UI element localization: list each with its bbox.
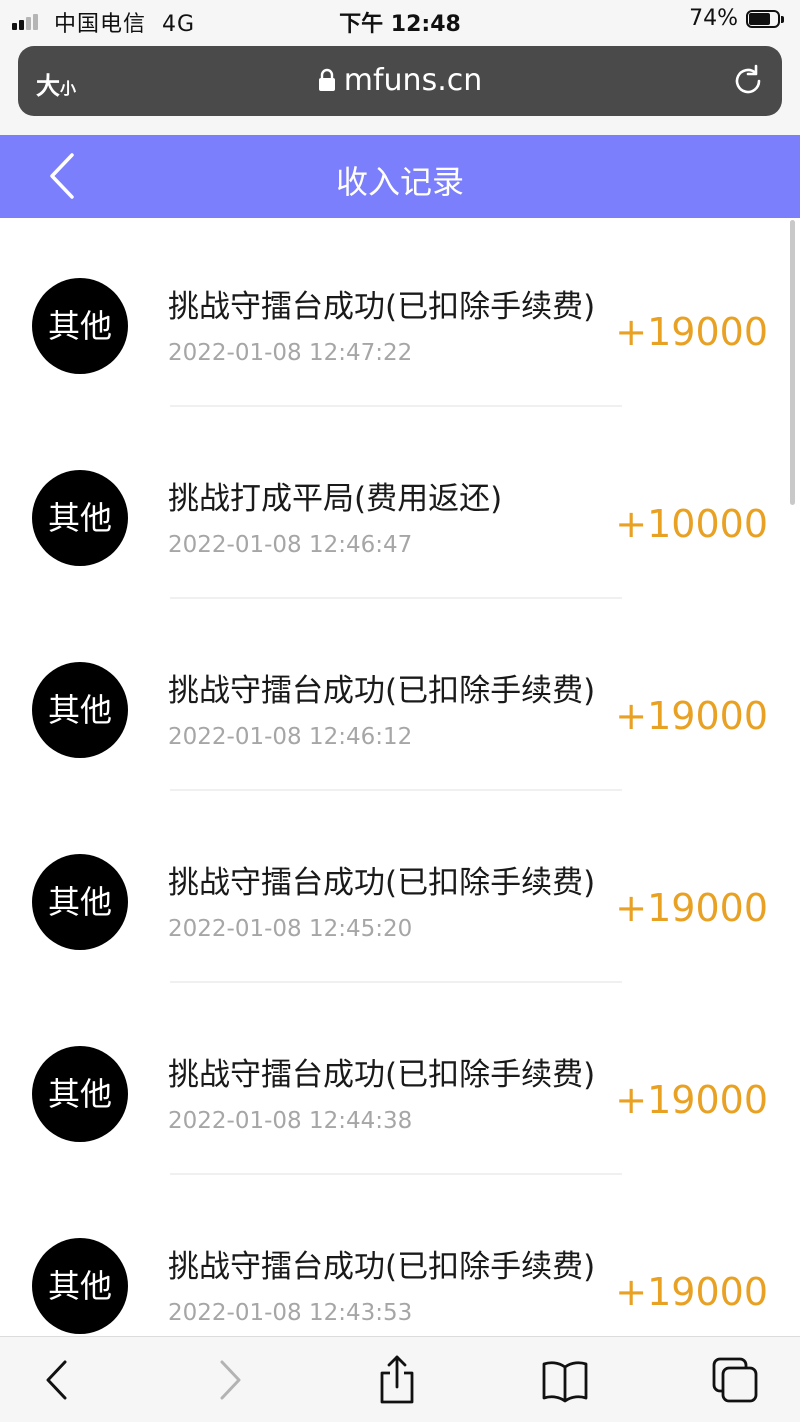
record-time: 2022-01-08 12:45:20 — [168, 916, 413, 942]
record-divider — [170, 405, 622, 407]
record-divider — [170, 789, 622, 791]
income-record[interactable]: 其他 挑战守擂台成功(已扣除手续费) 2022-01-08 12:46:12 +… — [0, 602, 800, 794]
browser-toolbar — [0, 1336, 800, 1422]
record-amount: +19000 — [615, 1270, 768, 1314]
category-avatar: 其他 — [32, 662, 128, 758]
income-record[interactable]: 其他 挑战打成平局(费用返还) 2022-01-08 12:46:47 +100… — [0, 410, 800, 602]
battery-percent: 74% — [689, 6, 738, 31]
record-amount: +19000 — [615, 310, 768, 354]
bookmarks-icon[interactable] — [540, 1355, 590, 1405]
url-text: mfuns.cn — [343, 63, 483, 98]
browser-chrome: 大小 mfuns.cn — [0, 40, 800, 135]
record-time: 2022-01-08 12:43:53 — [168, 1300, 413, 1326]
record-title: 挑战守擂台成功(已扣除手续费) — [168, 865, 596, 901]
tabs-icon[interactable] — [710, 1355, 760, 1405]
record-title: 挑战打成平局(费用返还) — [168, 481, 503, 517]
status-bar: 中国电信 4G 下午 12:48 74% — [0, 0, 800, 40]
category-avatar: 其他 — [32, 278, 128, 374]
share-icon[interactable] — [372, 1355, 422, 1405]
record-title: 挑战守擂台成功(已扣除手续费) — [168, 673, 596, 709]
record-divider — [170, 981, 622, 983]
page-title: 收入记录 — [335, 163, 464, 201]
app-header: 收入记录 — [0, 135, 800, 218]
reload-icon[interactable] — [730, 63, 766, 99]
browser-back-icon[interactable] — [32, 1355, 82, 1405]
record-divider — [170, 597, 622, 599]
income-record[interactable]: 其他 挑战守擂台成功(已扣除手续费) 2022-01-08 12:45:20 +… — [0, 794, 800, 986]
page: 中国电信 4G 下午 12:48 74% 大小 mfuns.cn 收入记录 其他… — [0, 0, 800, 1422]
record-time: 2022-01-08 12:47:22 — [168, 340, 413, 366]
url-display[interactable]: mfuns.cn — [18, 63, 782, 98]
record-amount: +19000 — [615, 1078, 768, 1122]
record-time: 2022-01-08 12:46:47 — [168, 532, 413, 558]
income-record[interactable]: 其他 挑战守擂台成功(已扣除手续费) 2022-01-08 12:44:38 +… — [0, 986, 800, 1178]
record-title: 挑战守擂台成功(已扣除手续费) — [168, 289, 596, 325]
category-avatar: 其他 — [32, 470, 128, 566]
record-amount: +19000 — [615, 694, 768, 738]
income-record[interactable]: 其他 挑战守擂台成功(已扣除手续费) 2022-01-08 12:47:22 +… — [0, 218, 800, 410]
income-record-list: 其他 挑战守擂台成功(已扣除手续费) 2022-01-08 12:47:22 +… — [0, 218, 800, 1370]
lock-icon — [318, 68, 335, 91]
category-avatar: 其他 — [32, 854, 128, 950]
record-title: 挑战守擂台成功(已扣除手续费) — [168, 1057, 596, 1093]
record-amount: +10000 — [615, 502, 768, 546]
record-divider — [170, 1173, 622, 1175]
browser-forward-icon[interactable] — [205, 1355, 255, 1405]
record-time: 2022-01-08 12:44:38 — [168, 1108, 413, 1134]
status-time: 下午 12:48 — [339, 12, 461, 37]
category-avatar: 其他 — [32, 1046, 128, 1142]
battery-icon — [746, 10, 786, 30]
address-bar[interactable]: 大小 mfuns.cn — [18, 46, 782, 116]
record-amount: +19000 — [615, 886, 768, 930]
record-time: 2022-01-08 12:46:12 — [168, 724, 413, 750]
record-title: 挑战守擂台成功(已扣除手续费) — [168, 1249, 596, 1285]
category-avatar: 其他 — [32, 1238, 128, 1334]
